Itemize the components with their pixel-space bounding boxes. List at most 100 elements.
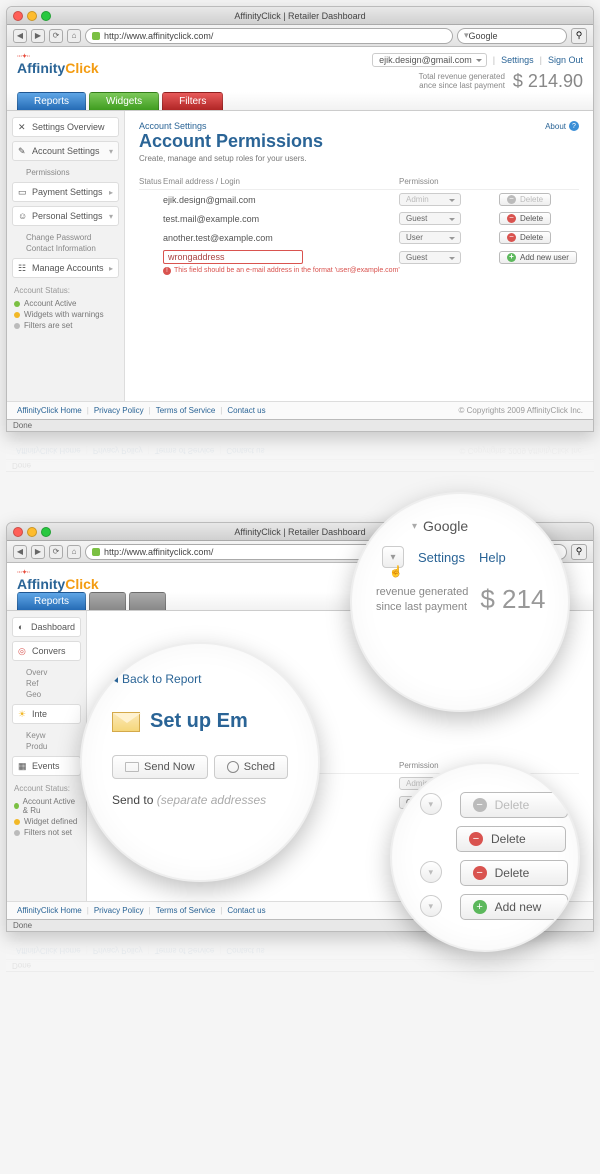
help-icon: ? <box>569 121 579 131</box>
tools-icon: ✎ <box>18 146 28 156</box>
tab-schedule[interactable]: Sched <box>214 755 288 779</box>
status-widgets: Widgets with warnings <box>12 309 119 320</box>
forward-button[interactable]: ▶ <box>31 545 45 559</box>
delete-button[interactable]: −Delete <box>456 826 566 852</box>
tab-reports[interactable]: Reports <box>17 92 86 110</box>
dropdown-icon[interactable]: ▾ <box>420 895 442 917</box>
chevron-down-icon: ▾ <box>109 212 113 221</box>
calendar-icon: ▦ <box>18 761 28 771</box>
chevron-down-icon: ▾ <box>109 147 113 156</box>
tab-reports[interactable]: Reports <box>17 592 86 610</box>
titlebar: AffinityClick | Retailer Dashboard <box>7 7 593 25</box>
sidebar-item-payment[interactable]: ▭ Payment Settings ▸ <box>12 182 119 202</box>
status-dot-yellow <box>14 819 20 825</box>
settings-link[interactable]: Settings <box>418 550 465 565</box>
reload-button[interactable]: ⟳ <box>49 545 63 559</box>
user-dropdown[interactable]: ejik.design@gmail.com <box>372 53 487 67</box>
wrench-icon: ✕ <box>18 122 28 132</box>
settings-link[interactable]: Settings <box>501 55 534 65</box>
delete-button[interactable]: Delete <box>499 231 551 244</box>
sidebar-item-account[interactable]: ✎ Account Settings ▾ <box>12 141 119 161</box>
footer-home[interactable]: AffinityClick Home <box>17 406 82 415</box>
dropdown-icon[interactable]: ▾ <box>420 793 442 815</box>
sidebar-sub-contact[interactable]: Contact Information <box>26 243 119 254</box>
sidebar-sub-permissions[interactable]: Permissions <box>26 167 119 178</box>
delete-button[interactable]: −Delete <box>460 860 568 886</box>
sidebar-sub-password[interactable]: Change Password <box>26 232 119 243</box>
tab-widgets[interactable] <box>89 592 126 610</box>
error-message: !This field should be an e-mail address … <box>139 267 579 275</box>
logo[interactable]: · · · ✦ · · AffinityClick <box>17 569 99 592</box>
footer: AffinityClick Home| Privacy Policy| Term… <box>7 401 593 419</box>
revenue-amount: $ 214 <box>480 584 545 615</box>
tab-widgets[interactable]: Widgets <box>89 92 159 110</box>
status-filters: Filters are set <box>12 320 119 331</box>
reload-button[interactable]: ⟳ <box>49 29 63 43</box>
tab-send-now[interactable]: Send Now <box>112 755 208 779</box>
search-bar[interactable]: ▾ Google <box>457 28 567 44</box>
page-subtitle: Create, manage and setup roles for your … <box>139 154 579 163</box>
sidebar-item-manage[interactable]: ☷ Manage Accounts ▸ <box>12 258 119 278</box>
statusbar: Done <box>7 419 593 431</box>
app-header: · · · ✦ · · AffinityClick ejik.design@gm… <box>7 47 593 92</box>
footer-terms[interactable]: Terms of Service <box>156 406 216 415</box>
minus-icon: − <box>473 866 487 880</box>
revenue-amount: $ 214.90 <box>513 71 583 92</box>
email-input[interactable] <box>163 250 303 264</box>
permission-select[interactable]: Guest <box>399 212 461 225</box>
sidebar-item-overview[interactable]: ✕ Settings Overview <box>12 117 119 137</box>
magnifier-actions: ▾ −Delete −Delete ▾ −Delete ▾ +Add new <box>390 762 580 952</box>
add-user-button[interactable]: +Add new <box>460 894 568 920</box>
gauge-icon: ◐ <box>18 622 27 632</box>
back-button[interactable]: ◀ <box>13 545 27 559</box>
sidebar-item-personal[interactable]: ☺ Personal Settings ▾ <box>12 206 119 226</box>
logo[interactable]: · · · ✦ · · AffinityClick <box>17 53 99 76</box>
add-user-button[interactable]: Add new user <box>499 251 577 264</box>
sidebar-sub-personal: Change Password Contact Information <box>12 230 119 258</box>
tab-filters[interactable]: Filters <box>162 92 223 110</box>
minus-icon: − <box>469 832 483 846</box>
permission-select[interactable]: User <box>399 231 461 244</box>
dropdown-icon[interactable]: ▾ <box>420 861 442 883</box>
search-icon[interactable]: ⚲ <box>571 28 587 44</box>
warning-icon: ! <box>163 267 171 275</box>
page-title: Set up Em <box>150 710 248 733</box>
mail-icon <box>125 762 139 772</box>
status-heading: Account Status: <box>14 286 117 295</box>
footer-contact[interactable]: Contact us <box>227 406 265 415</box>
help-link[interactable]: Help <box>479 550 506 565</box>
breadcrumb: Account Settings <box>139 121 579 131</box>
footer-privacy[interactable]: Privacy Policy <box>94 406 144 415</box>
sidebar: ✕ Settings Overview ✎ Account Settings ▾… <box>7 111 125 401</box>
sidebar-item-convers[interactable]: ◎Convers <box>12 641 81 661</box>
permission-select[interactable]: Guest <box>399 251 461 264</box>
url-text: http://www.affinityclick.com/ <box>104 31 213 41</box>
status-dot-green <box>14 301 20 307</box>
chevron-icon: ▸ <box>109 264 113 273</box>
delete-button[interactable]: Delete <box>499 212 551 225</box>
user-dropdown-button[interactable]: ▾☝ <box>382 546 404 568</box>
page-title: Account Permissions <box>139 131 579 152</box>
table-row: test.mail@example.com Guest Delete <box>139 209 579 228</box>
sidebar-item-dashboard[interactable]: ◐Dashboard <box>12 617 81 637</box>
sidebar-item-inte[interactable]: ☀Inte <box>12 704 81 724</box>
home-button[interactable]: ⌂ <box>67 29 81 43</box>
minus-icon <box>507 214 516 223</box>
browser-window-1: AffinityClick | Retailer Dashboard ◀ ▶ ⟳… <box>6 6 594 432</box>
tab-filters[interactable] <box>129 592 166 610</box>
about-link[interactable]: About? <box>545 121 579 131</box>
back-button[interactable]: ◀ <box>13 29 27 43</box>
signout-link[interactable]: Sign Out <box>548 55 583 65</box>
url-bar[interactable]: http://www.affinityclick.com/ <box>85 28 453 44</box>
sidebar: ◐Dashboard ◎Convers OvervRefGeo ☀Inte Ke… <box>7 611 87 901</box>
clock-icon <box>227 761 239 773</box>
search-icon[interactable]: ⚲ <box>571 544 587 560</box>
home-button[interactable]: ⌂ <box>67 545 81 559</box>
sidebar-item-events[interactable]: ▦Events <box>12 756 81 776</box>
delete-button: −Delete <box>460 792 568 818</box>
reflection: Done AffinityClick Home| Privacy Policy|… <box>6 432 594 472</box>
plus-icon <box>507 253 516 262</box>
table-row: another.test@example.com User Delete <box>139 228 579 247</box>
forward-button[interactable]: ▶ <box>31 29 45 43</box>
delete-button: Delete <box>499 193 551 206</box>
